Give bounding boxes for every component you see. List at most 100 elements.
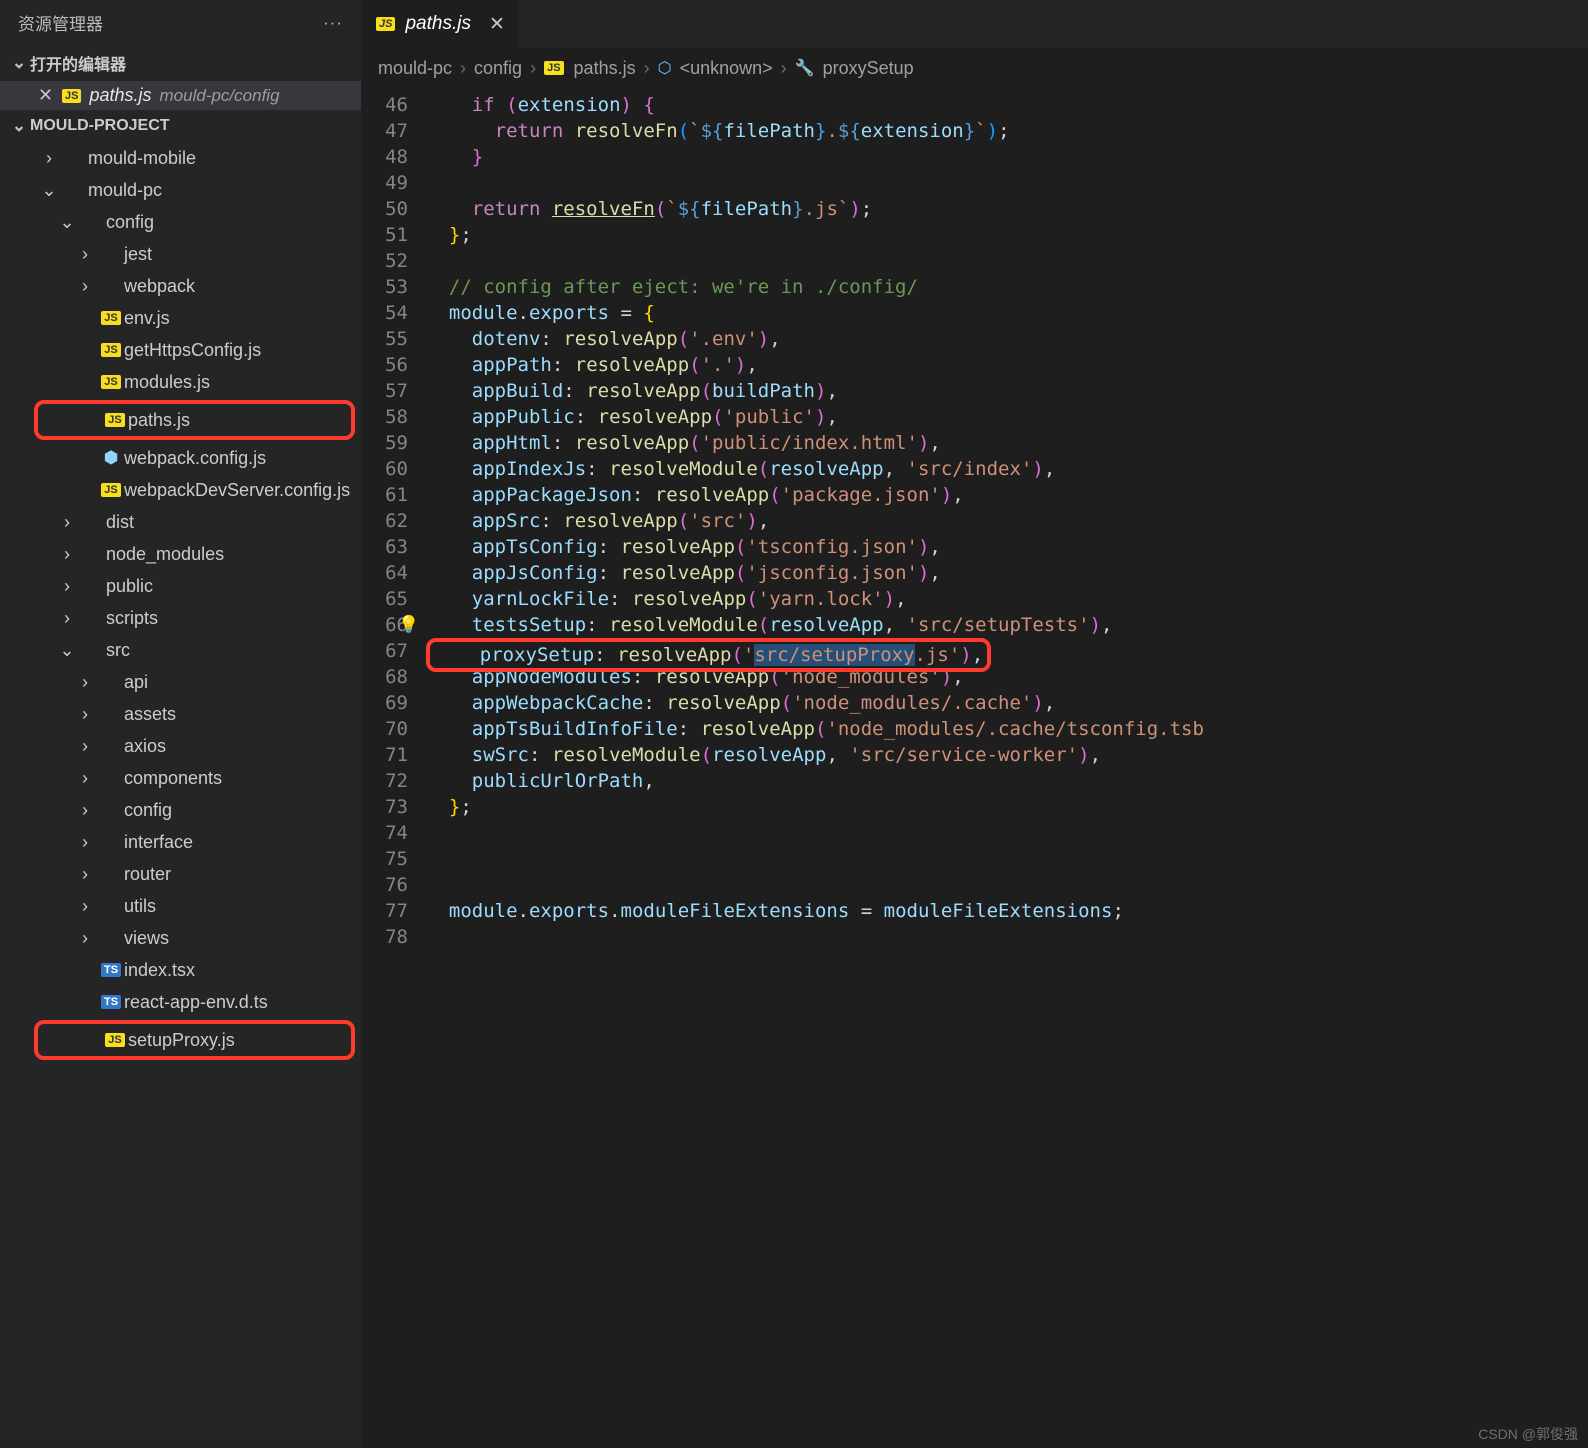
- line-number-gutter: 4647484950515253545556575859606162636465…: [362, 88, 426, 1448]
- tree-folder[interactable]: ›views: [0, 922, 361, 954]
- code-editor[interactable]: 4647484950515253545556575859606162636465…: [362, 88, 1588, 1448]
- tab-bar: JS paths.js ✕: [362, 0, 1588, 48]
- js-file-icon: JS: [62, 89, 81, 103]
- breadcrumb-item[interactable]: paths.js: [574, 58, 636, 79]
- tree-folder[interactable]: ⌄config: [0, 206, 361, 238]
- tree-folder[interactable]: ›scripts: [0, 602, 361, 634]
- code-line[interactable]: appJsConfig: resolveApp('jsconfig.json')…: [426, 560, 1588, 586]
- code-line[interactable]: appPackageJson: resolveApp('package.json…: [426, 482, 1588, 508]
- tree-item-label: node_modules: [106, 544, 224, 565]
- chevron-right-icon: ›: [36, 148, 62, 169]
- tree-folder[interactable]: ›utils: [0, 890, 361, 922]
- line-number: 55: [362, 326, 408, 352]
- tree-folder[interactable]: ›assets: [0, 698, 361, 730]
- breadcrumb-item[interactable]: <unknown>: [680, 58, 773, 79]
- editor-tab[interactable]: JS paths.js ✕: [362, 0, 520, 48]
- line-number: 72: [362, 768, 408, 794]
- code-content[interactable]: if (extension) { return resolveFn(`${fil…: [426, 88, 1588, 1448]
- ts-file-icon: TS: [98, 995, 124, 1009]
- chevron-down-icon: ⌄: [54, 212, 80, 233]
- tree-folder[interactable]: ›interface: [0, 826, 361, 858]
- open-editors-section[interactable]: ⌄ 打开的编辑器: [0, 45, 361, 81]
- tree-file[interactable]: JSmodules.js: [0, 366, 361, 398]
- breadcrumb-item[interactable]: mould-pc: [378, 58, 452, 79]
- chevron-right-icon: ›: [72, 276, 98, 297]
- code-line[interactable]: appWebpackCache: resolveApp('node_module…: [426, 690, 1588, 716]
- code-line[interactable]: };: [426, 794, 1588, 820]
- tree-item-label: paths.js: [128, 410, 190, 431]
- code-line[interactable]: [426, 924, 1588, 950]
- code-line[interactable]: }: [426, 144, 1588, 170]
- tree-file[interactable]: JSgetHttpsConfig.js: [0, 334, 361, 366]
- code-line[interactable]: appTsConfig: resolveApp('tsconfig.json')…: [426, 534, 1588, 560]
- tree-file[interactable]: ⬢webpack.config.js: [0, 442, 361, 474]
- code-line[interactable]: publicUrlOrPath,: [426, 768, 1588, 794]
- code-line[interactable]: yarnLockFile: resolveApp('yarn.lock'),: [426, 586, 1588, 612]
- tree-item-label: webpackDevServer.config.js: [124, 480, 350, 501]
- code-line[interactable]: appIndexJs: resolveModule(resolveApp, 's…: [426, 456, 1588, 482]
- code-line[interactable]: proxySetup: resolveApp('src/setupProxy.j…: [426, 638, 1588, 664]
- tree-file[interactable]: JSwebpackDevServer.config.js: [0, 474, 361, 506]
- code-line[interactable]: [426, 820, 1588, 846]
- code-line[interactable]: // config after eject: we're in ./config…: [426, 274, 1588, 300]
- line-number: 52: [362, 248, 408, 274]
- code-line[interactable]: [426, 872, 1588, 898]
- tree-folder[interactable]: ›mould-mobile: [0, 142, 361, 174]
- tree-file[interactable]: TSreact-app-env.d.ts: [0, 986, 361, 1018]
- tree-folder[interactable]: ⌄src: [0, 634, 361, 666]
- tree-folder[interactable]: ›api: [0, 666, 361, 698]
- tree-file[interactable]: JSpaths.js: [38, 404, 351, 436]
- code-line[interactable]: return resolveFn(`${filePath}.${extensio…: [426, 118, 1588, 144]
- open-editor-item[interactable]: ✕ JS paths.js mould-pc/config: [0, 81, 361, 110]
- tree-folder[interactable]: ›components: [0, 762, 361, 794]
- code-line[interactable]: appPublic: resolveApp('public'),: [426, 404, 1588, 430]
- lightbulb-icon[interactable]: 💡: [398, 612, 419, 638]
- code-line[interactable]: dotenv: resolveApp('.env'),: [426, 326, 1588, 352]
- chevron-down-icon: ⌄: [36, 180, 62, 201]
- tree-folder[interactable]: ⌄mould-pc: [0, 174, 361, 206]
- tree-folder[interactable]: ›jest: [0, 238, 361, 270]
- breadcrumb-item[interactable]: proxySetup: [823, 58, 914, 79]
- tree-folder[interactable]: ›dist: [0, 506, 361, 538]
- close-icon[interactable]: ✕: [38, 85, 62, 106]
- code-line[interactable]: module.exports = {: [426, 300, 1588, 326]
- chevron-right-icon: ›: [72, 736, 98, 757]
- code-line[interactable]: [426, 846, 1588, 872]
- code-line[interactable]: appBuild: resolveApp(buildPath),: [426, 378, 1588, 404]
- code-line[interactable]: };: [426, 222, 1588, 248]
- close-icon[interactable]: ✕: [489, 13, 505, 36]
- code-line[interactable]: return resolveFn(`${filePath}.js`);: [426, 196, 1588, 222]
- tree-folder[interactable]: ›axios: [0, 730, 361, 762]
- line-number: 48: [362, 144, 408, 170]
- breadcrumb-item[interactable]: config: [474, 58, 522, 79]
- code-line[interactable]: [426, 170, 1588, 196]
- code-line[interactable]: module.exports.moduleFileExtensions = mo…: [426, 898, 1588, 924]
- js-file-icon: JS: [376, 17, 395, 31]
- code-line[interactable]: [426, 248, 1588, 274]
- tree-file[interactable]: JSenv.js: [0, 302, 361, 334]
- project-section[interactable]: ⌄ MOULD-PROJECT: [0, 110, 361, 142]
- tree-folder[interactable]: ›public: [0, 570, 361, 602]
- method-icon: 🔧: [795, 58, 815, 78]
- tree-folder[interactable]: ›webpack: [0, 270, 361, 302]
- more-icon[interactable]: ···: [323, 13, 343, 33]
- annotation-highlight: JSpaths.js: [34, 400, 355, 440]
- chevron-right-icon: ›: [72, 768, 98, 789]
- tree-folder[interactable]: ›router: [0, 858, 361, 890]
- code-line[interactable]: appSrc: resolveApp('src'),: [426, 508, 1588, 534]
- code-line[interactable]: testsSetup: resolveModule(resolveApp, 's…: [426, 612, 1588, 638]
- line-number: 73: [362, 794, 408, 820]
- code-line[interactable]: swSrc: resolveModule(resolveApp, 'src/se…: [426, 742, 1588, 768]
- code-line[interactable]: appHtml: resolveApp('public/index.html')…: [426, 430, 1588, 456]
- tree-folder[interactable]: ›node_modules: [0, 538, 361, 570]
- tree-file[interactable]: JSsetupProxy.js: [38, 1024, 351, 1056]
- breadcrumbs[interactable]: mould-pc › config › JS paths.js › ⬡ <unk…: [362, 48, 1588, 88]
- line-number: 71: [362, 742, 408, 768]
- tree-file[interactable]: TSindex.tsx: [0, 954, 361, 986]
- code-line[interactable]: if (extension) {: [426, 92, 1588, 118]
- code-line[interactable]: appTsBuildInfoFile: resolveApp('node_mod…: [426, 716, 1588, 742]
- code-line[interactable]: appPath: resolveApp('.'),: [426, 352, 1588, 378]
- editor-area: JS paths.js ✕ mould-pc › config › JS pat…: [362, 0, 1588, 1448]
- tree-folder[interactable]: ›config: [0, 794, 361, 826]
- chevron-right-icon: ›: [72, 896, 98, 917]
